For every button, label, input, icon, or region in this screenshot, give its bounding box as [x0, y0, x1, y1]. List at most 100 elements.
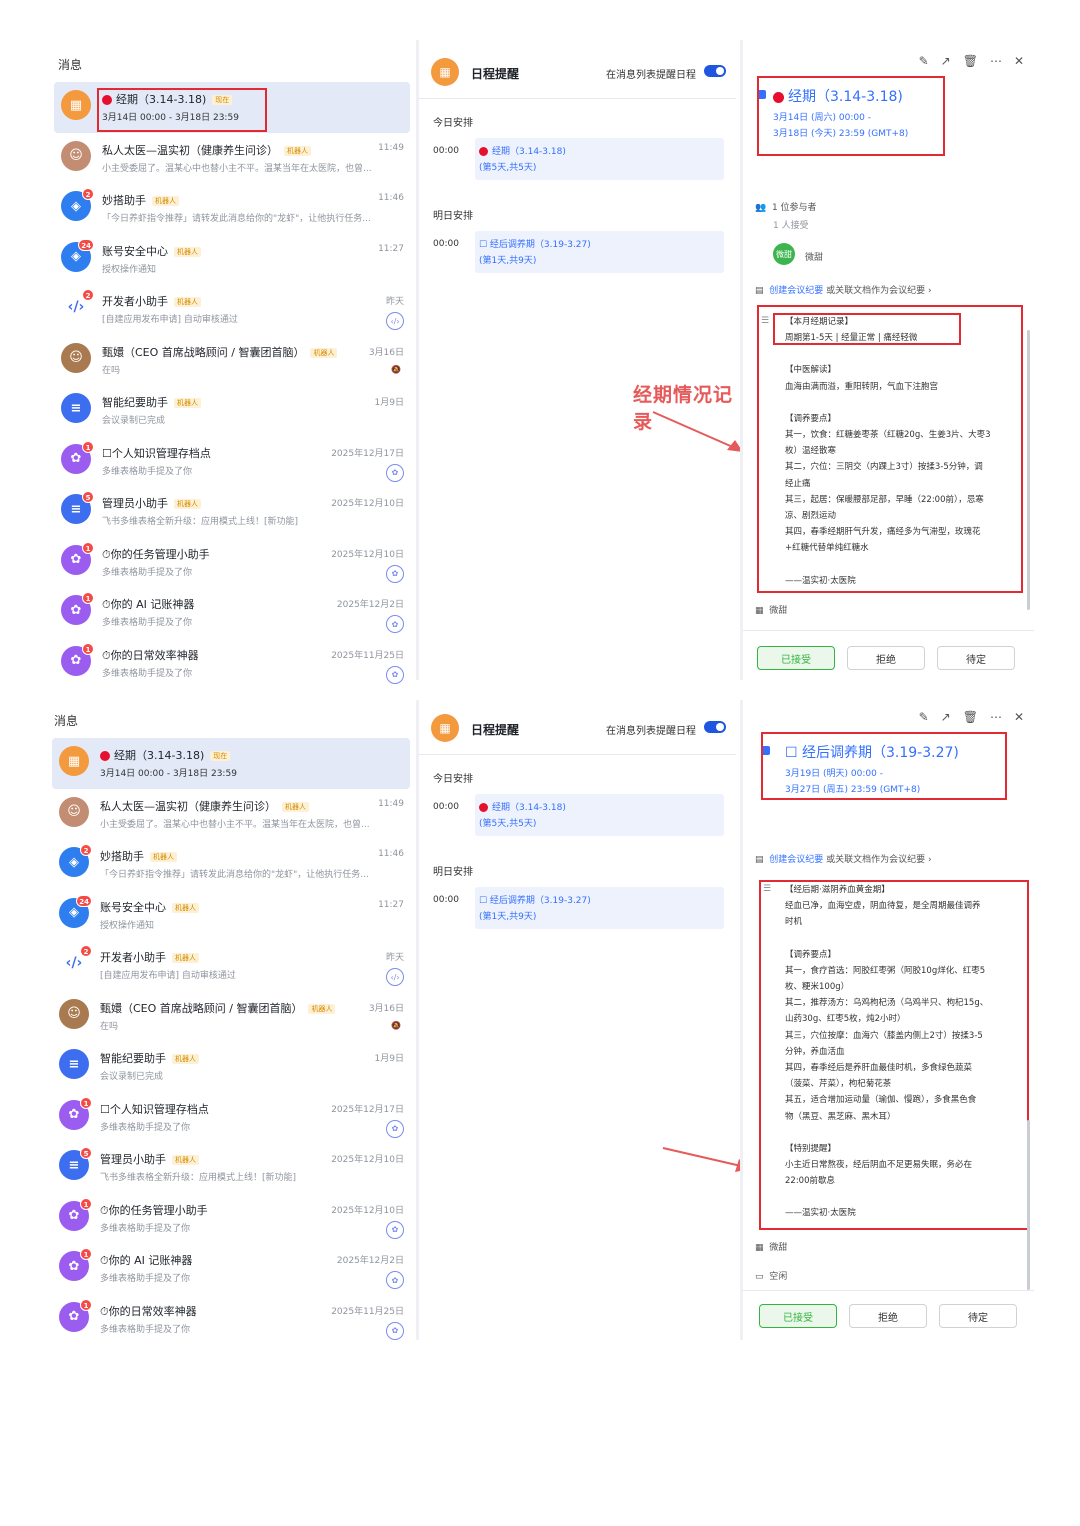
event-title: 经期（3.14-3.18)	[788, 89, 903, 105]
list-item[interactable]: ◈ 24 账号安全中心 机器人 11:27 授权操作通知	[54, 234, 410, 285]
today-event-card[interactable]: 经期（3.14-3.18) (第5天,共5天)	[475, 794, 724, 836]
list-item[interactable]: ✿ 1 ⏱你的日常效率神器 2025年11月25日 多维表格助手提及了你 ✿	[52, 1294, 410, 1345]
item-title: ☐个人知识管理存档点	[102, 446, 211, 460]
calendar-icon: ▦	[755, 1243, 764, 1253]
list-item[interactable]: ✿ 1 ⏱你的任务管理小助手 2025年12月10日 多维表格助手提及了你 ✿	[54, 537, 410, 588]
avatar: ≡	[61, 393, 91, 423]
list-item[interactable]: ◈ 2 妙搭助手 机器人 11:46 「今日养虾指令推荐」请转发此消息给你的"龙虾"，让他…	[54, 183, 410, 234]
unread-badge: 1	[82, 541, 94, 554]
list-item[interactable]: ☺ 甄嬛（CEO 首席战略顾问 / 智囊团首脑） 机器人 3月16日 在吗 🔕	[54, 335, 410, 386]
item-time: 昨天	[385, 953, 404, 963]
pending-button[interactable]: 待定	[937, 646, 1015, 670]
app-icon[interactable]: ✿	[386, 1321, 404, 1340]
list-item[interactable]: ≡ 5 管理员小助手 机器人 2025年12月10日 飞书多维表格全新升级：应用模式上线！…	[54, 486, 410, 537]
tomorrow-time: 00:00	[433, 239, 459, 249]
item-title: ⏱你的任务管理小助手	[102, 547, 210, 561]
schedule-toggle[interactable]	[704, 65, 726, 77]
close-icon[interactable]: ✕	[1014, 54, 1024, 68]
event-start: 3月14日 (周六) 00:00 -	[773, 113, 871, 123]
app-icon[interactable]: ✿	[386, 1271, 404, 1289]
list-item[interactable]: ‹/› 2 开发者小助手 机器人 昨天 [自建应用发布申请] 自动审核通过 ‹/›	[52, 940, 410, 991]
list-item[interactable]: ✿ 1 ☐个人知识管理存档点 2025年12月17日 多维表格助手提及了你 ✿	[52, 1092, 410, 1143]
list-item[interactable]: ✿ 1 ☐个人知识管理存档点 2025年12月17日 多维表格助手提及了你 ✿	[54, 436, 410, 487]
item-preview: 多维表格助手提及了你	[100, 1223, 191, 1234]
app-icon[interactable]: ✿	[386, 1119, 404, 1138]
accept-button[interactable]: 已接受	[757, 646, 835, 670]
app-icon[interactable]: ✿	[386, 463, 404, 482]
close-icon[interactable]: ✕	[1014, 710, 1024, 724]
more-icon[interactable]: ⋯	[990, 54, 1014, 68]
link-doc-link[interactable]: 或关联文档作为会议纪要 ›	[826, 855, 931, 865]
item-time: 1月9日	[374, 398, 404, 408]
list-item[interactable]: ✿ 1 ⏱你的任务管理小助手 2025年12月10日 多维表格助手提及了你 ✿	[52, 1193, 410, 1244]
note-line: 小主近日常熬夜，经后阴血不足更易失眠，务必在	[785, 1160, 973, 1171]
item-preview: 多维表格助手提及了你	[102, 567, 193, 578]
avatar: ≡ 5	[61, 491, 94, 524]
list-item[interactable]: ☺ 甄嬛（CEO 首席战略顾问 / 智囊团首脑） 机器人 3月16日 在吗 🔕	[52, 991, 410, 1042]
avatar: ✿ 1	[61, 440, 94, 474]
avatar: ☺	[59, 998, 89, 1029]
event-sub: (第1天,共9天)	[479, 256, 537, 266]
item-tag: 机器人	[172, 1054, 199, 1064]
note-line: ——温实初·太医院	[785, 575, 856, 586]
item-title: 私人太医—温实初（健康养生问诊） 机器人	[100, 798, 309, 814]
note-line: 其二，穴位：三阴交（内踝上3寸）按揉3-5分钟，调	[785, 462, 983, 473]
list-item[interactable]: ≡ 5 管理员小助手 机器人 2025年12月10日 飞书多维表格全新升级：应用模式上线！…	[52, 1142, 410, 1193]
schedule-title: 日程提醒	[471, 67, 520, 81]
unread-badge: 2	[80, 945, 92, 957]
note-line: 【经后期·滋阴养血黄金期】	[785, 885, 890, 895]
list-item[interactable]: ◈ 24 账号安全中心 机器人 11:27 授权操作通知	[52, 890, 410, 941]
list-item[interactable]: ✿ 1 ⏱你的 AI 记账神器 2025年12月2日 多维表格助手提及了你 ✿	[54, 587, 410, 638]
schedule-toggle[interactable]	[704, 721, 726, 733]
more-icon[interactable]: ⋯	[990, 710, 1014, 724]
divider	[419, 98, 736, 99]
item-title: 甄嬛（CEO 首席战略顾问 / 智囊团首脑） 机器人	[102, 344, 338, 360]
edit-icon[interactable]: ✎	[919, 710, 941, 724]
list-item[interactable]: ✿ 1 ⏱你的 AI 记账神器 2025年12月2日 多维表格助手提及了你 ✿	[52, 1243, 410, 1294]
unread-badge: 5	[82, 491, 94, 503]
share-icon[interactable]: ↗	[941, 710, 963, 724]
delete-icon[interactable]: 🗑	[963, 54, 990, 68]
scrollbar[interactable]	[1027, 1120, 1030, 1290]
item-time: 2025年11月25日	[331, 1306, 404, 1317]
edit-icon[interactable]: ✎	[919, 54, 941, 68]
app-icon[interactable]: ✿	[386, 564, 404, 583]
list-item[interactable]: ✿ 1 ⏱你的日常效率神器 2025年11月25日 多维表格助手提及了你 ✿	[54, 638, 410, 689]
list-item[interactable]: ‹/› 2 开发者小助手 机器人 昨天 [自建应用发布申请] 自动审核通过 ‹/›	[54, 284, 410, 335]
pending-button[interactable]: 待定	[939, 1304, 1017, 1328]
avatar: ☺	[61, 342, 91, 373]
app-icon[interactable]: ✿	[386, 665, 404, 684]
create-minutes-link[interactable]: 创建会议纪要	[769, 286, 823, 296]
app-icon[interactable]: ‹/›	[386, 968, 404, 986]
tomorrow-event-card[interactable]: ☐ 经后调养期（3.19-3.27) (第1天,共9天)	[475, 887, 724, 929]
list-item[interactable]: ☺ 私人太医—温实初（健康养生问诊） 机器人 11:49 小主受委屈了。温某心中也替小主…	[52, 789, 410, 840]
app-icon[interactable]: ✿	[386, 1220, 404, 1239]
delete-icon[interactable]: 🗑	[963, 710, 990, 724]
message-list-title: 消息	[54, 714, 79, 728]
item-title: 甄嬛（CEO 首席战略顾问 / 智囊团首脑） 机器人	[100, 1000, 336, 1016]
event-reminder-item[interactable]: ▦ 经期（3.14-3.18) 现在 3月14日 00:00 - 3月18日 23:5…	[52, 738, 410, 789]
app-icon[interactable]: ‹/›	[386, 312, 404, 330]
app-icon[interactable]: ✿	[386, 615, 404, 633]
highlight-box	[97, 88, 267, 132]
today-event-card[interactable]: 经期（3.14-3.18) (第5天,共5天)	[475, 138, 724, 180]
link-doc-link[interactable]: 或关联文档作为会议纪要 ›	[826, 286, 931, 296]
list-item[interactable]: ◈ 2 妙搭助手 机器人 11:46 「今日养虾指令推荐」请转发此消息给你的"龙虾"，让他…	[52, 839, 410, 890]
today-label: 今日安排	[433, 774, 473, 785]
note-line: 分钟，养血活血	[785, 1046, 845, 1057]
list-item[interactable]: ≡ 智能纪要助手 机器人 1月9日 会议录制已完成	[54, 385, 410, 436]
scrollbar[interactable]	[1027, 330, 1030, 610]
message-list-panel: 消息 ▦ 经期（3.14-3.18) 现在 3月14日 00:00 - 3月18日 2…	[50, 700, 412, 1340]
share-icon[interactable]: ↗	[941, 54, 963, 68]
avatar: ▦	[59, 746, 89, 776]
list-item[interactable]: ☺ 私人太医—温实初（健康养生问诊） 机器人 11:49 小主受委屈了。温某心中也替小主…	[54, 133, 410, 184]
tomorrow-event-card[interactable]: ☐ 经后调养期（3.19-3.27) (第1天,共9天)	[475, 231, 724, 273]
item-time: 2025年12月10日	[331, 1155, 404, 1165]
reject-button[interactable]: 拒绝	[847, 646, 925, 670]
list-item[interactable]: ≡ 智能纪要助手 机器人 1月9日 会议录制已完成	[52, 1041, 410, 1092]
create-minutes-link[interactable]: 创建会议纪要	[769, 855, 823, 865]
reject-button[interactable]: 拒绝	[849, 1304, 927, 1328]
accept-button[interactable]: 已接受	[759, 1304, 837, 1328]
item-title: ⏱你的任务管理小助手	[100, 1203, 208, 1217]
item-time: 11:49	[378, 798, 404, 809]
